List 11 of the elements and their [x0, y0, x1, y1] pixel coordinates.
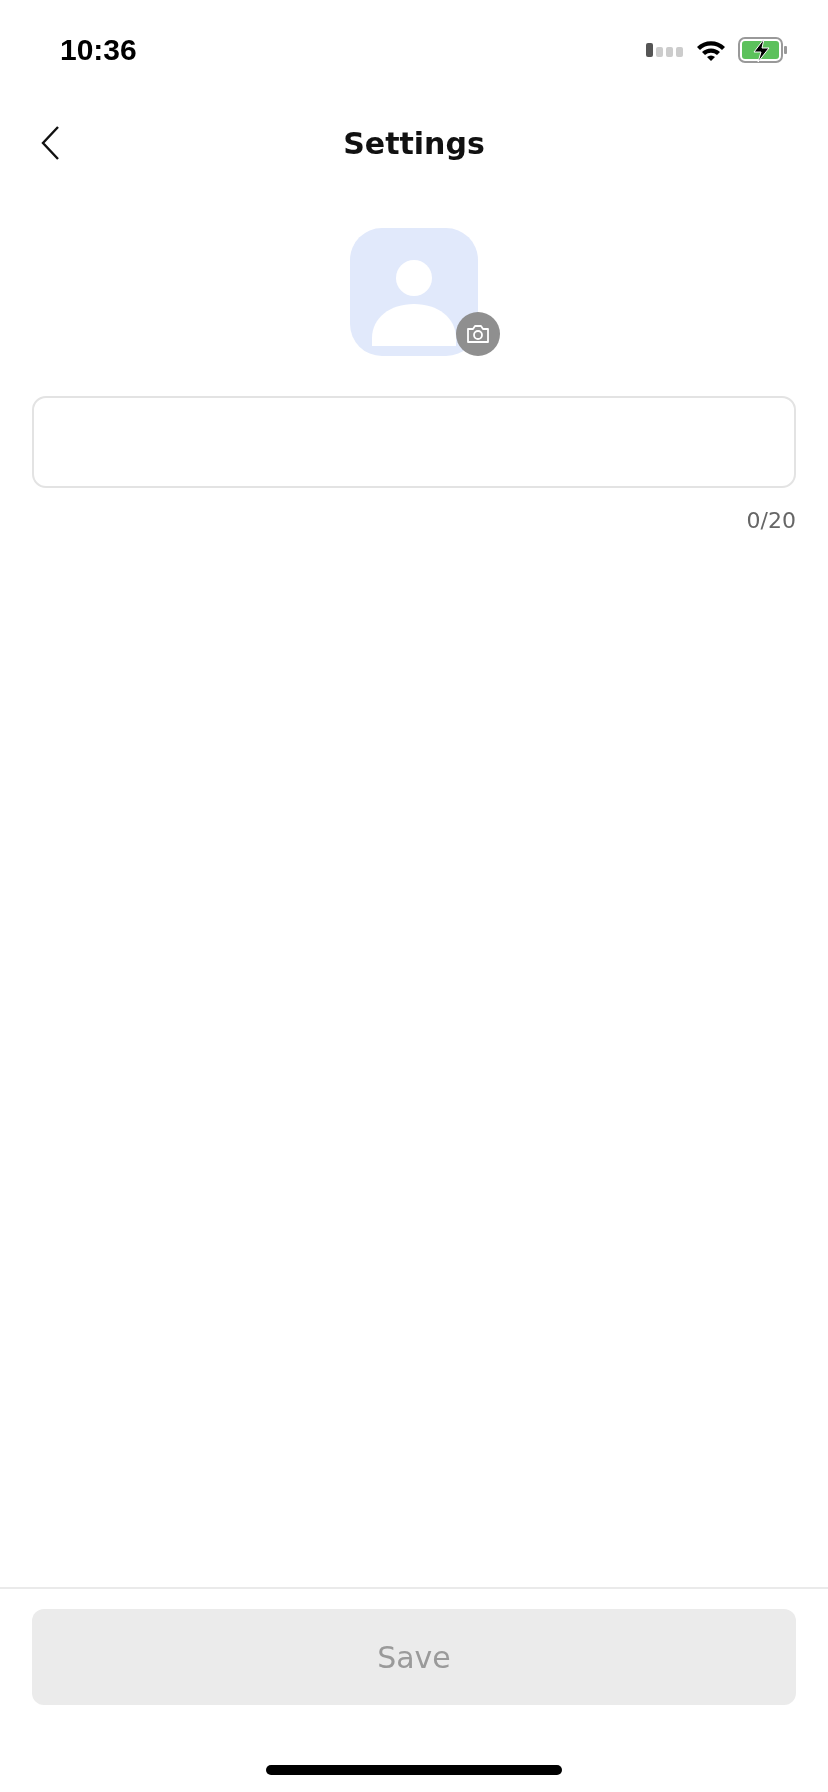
character-counter: 0/20	[745, 508, 796, 533]
back-icon	[40, 125, 60, 161]
status-time: 10:36	[60, 33, 137, 67]
avatar-placeholder-icon[interactable]	[350, 228, 478, 356]
camera-icon	[466, 324, 490, 344]
camera-button[interactable]	[456, 312, 500, 356]
signal-icon	[646, 43, 684, 57]
wifi-icon	[696, 39, 726, 61]
name-input-field[interactable]	[32, 396, 796, 488]
battery-charging-icon	[738, 37, 788, 63]
page-title: Settings	[343, 125, 485, 161]
